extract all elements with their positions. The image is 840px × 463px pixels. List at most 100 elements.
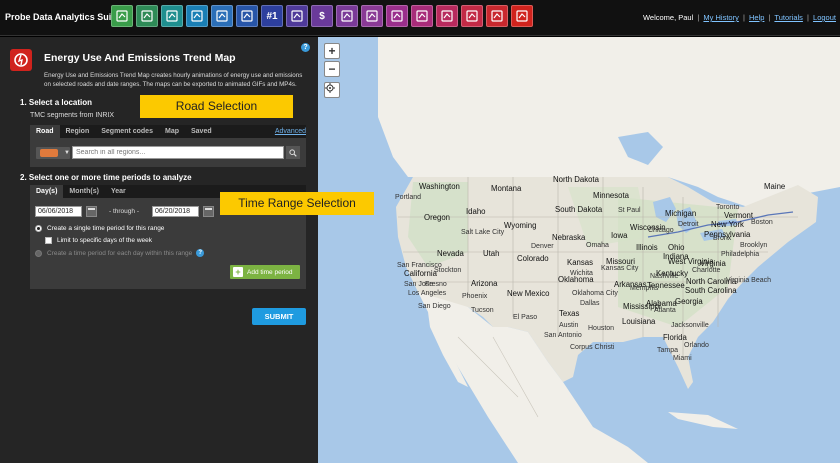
tab-saved[interactable]: Saved [185, 125, 218, 138]
bus-tool-icon[interactable] [461, 5, 483, 27]
grid-tool-icon[interactable] [486, 5, 508, 27]
zoom-in-button[interactable]: + [324, 43, 340, 59]
help-link[interactable]: Help [749, 13, 764, 22]
separator: | [697, 13, 700, 22]
document-tool-icon[interactable] [411, 5, 433, 27]
bar-chart-tool-icon[interactable] [286, 5, 308, 27]
tab-year[interactable]: Year [105, 185, 132, 198]
limit-days-option[interactable]: Limit to specific days of the week [45, 237, 152, 244]
energy-tool-icon[interactable] [511, 5, 533, 27]
city-label: Tucson [471, 307, 494, 314]
ranking-tool-icon[interactable]: #1 [261, 5, 283, 27]
end-date-input[interactable]: 06/20/2018 [152, 206, 199, 217]
state-label: Montana [491, 184, 522, 193]
add-time-period-button[interactable]: + Add time period [230, 265, 300, 279]
energy-emissions-icon [10, 49, 32, 71]
single-period-label: Create a single time period for this ran… [47, 225, 165, 232]
network-tool-icon[interactable] [386, 5, 408, 27]
list-tool-icon[interactable] [236, 5, 258, 27]
city-label: Wichita [570, 270, 593, 277]
state-label: Minnesota [593, 191, 629, 200]
help-icon[interactable]: ? [301, 43, 310, 52]
tmc-source-label: TMC segments from INRIX [30, 112, 115, 119]
my-history-link[interactable]: My History [703, 13, 738, 22]
city-label: Austin [559, 322, 579, 329]
app-root: { "app": { "title": "Probe Data Analytic… [0, 0, 840, 463]
state-label: Arizona [471, 279, 498, 288]
download-tool-icon[interactable] [136, 5, 158, 27]
limit-days-checkbox[interactable] [45, 237, 52, 244]
calculator-tool-icon[interactable] [336, 5, 358, 27]
city-label: Los Angeles [408, 290, 447, 297]
tool-title: Energy Use And Emissions Trend Map [44, 52, 236, 64]
top-bar: Probe Data Analytics Suite #1 $ Welcome, … [0, 0, 840, 36]
play-tool-icon[interactable] [186, 5, 208, 27]
filmstrip-tool-icon[interactable] [161, 5, 183, 27]
road-search-box: ▼ [30, 138, 306, 167]
tab-segment-codes[interactable]: Segment codes [95, 125, 159, 138]
locate-button[interactable] [324, 82, 340, 98]
logout-link[interactable]: Logout [813, 13, 836, 22]
dollar-tool-icon[interactable]: $ [311, 5, 333, 27]
chevron-down-icon: ▼ [64, 150, 70, 156]
location-tabs: Road Region Segment codes Map Saved Adva… [30, 125, 306, 138]
tab-region[interactable]: Region [60, 125, 96, 138]
clock-tool-icon[interactable] [436, 5, 458, 27]
search-button[interactable] [286, 146, 300, 159]
zoom-out-button[interactable]: − [324, 61, 340, 77]
state-label: West Virginia [668, 257, 714, 266]
city-label: Tampa [657, 347, 679, 354]
tool-description: Energy Use and Emissions Trend Map creat… [44, 72, 303, 88]
tool-panel: ? Energy Use And Emissions Trend Map Ene… [0, 37, 318, 463]
city-label: Fresno [425, 281, 447, 288]
step-2-heading: 2. Select one or more time periods to an… [20, 173, 192, 182]
city-label: Charlotte [692, 267, 721, 274]
state-label: Maine [764, 182, 786, 191]
state-label: South Dakota [555, 205, 603, 214]
city-label: Salt Lake City [461, 229, 505, 236]
state-label: Iowa [611, 231, 628, 240]
road-search-input[interactable] [72, 146, 284, 159]
single-period-option[interactable]: Create a single time period for this ran… [35, 225, 164, 232]
road-selection-callout: Road Selection [140, 95, 293, 118]
city-label: Chicago [648, 227, 674, 234]
city-label: Boston [751, 219, 773, 226]
state-label: Ohio [668, 243, 685, 252]
city-label: El Paso [513, 314, 538, 321]
each-day-option[interactable]: Create a time period for each day within… [35, 249, 205, 257]
city-label: San Antonio [544, 332, 582, 339]
city-label: Omaha [586, 242, 609, 249]
city-label: Philadelphia [721, 251, 760, 258]
state-label: Washington [419, 182, 460, 191]
radio-unselected[interactable] [35, 249, 42, 257]
state-label: Colorado [517, 254, 549, 263]
time-range-callout: Time Range Selection [220, 192, 374, 215]
region-dropdown[interactable]: ▼ [36, 147, 70, 159]
start-date-input[interactable]: 06/06/2018 [35, 206, 82, 217]
calendar-icon[interactable] [203, 206, 214, 217]
city-label: Miami [673, 355, 692, 362]
radio-selected[interactable] [35, 225, 42, 232]
trend-line-tool-icon[interactable] [211, 5, 233, 27]
tab-months[interactable]: Month(s) [63, 185, 105, 198]
separator: | [768, 13, 771, 22]
state-label: Vermont [724, 211, 754, 220]
map-view[interactable]: + − Washington Oregon Montana Idaho Wyom… [318, 37, 840, 463]
calendar-icon[interactable] [86, 206, 97, 217]
city-label: Houston [588, 325, 615, 332]
advanced-link[interactable]: Advanced [275, 125, 306, 138]
state-label: New Mexico [507, 289, 550, 298]
tab-days[interactable]: Day(s) [30, 185, 64, 198]
tutorials-link[interactable]: Tutorials [774, 13, 802, 22]
state-label: Utah [483, 249, 500, 258]
us-map-tool-icon[interactable] [361, 5, 383, 27]
magnifier-tool-icon[interactable] [111, 5, 133, 27]
separator: | [742, 13, 745, 22]
state-label: Nebraska [552, 233, 586, 242]
city-label: Orlando [684, 342, 709, 349]
tab-map[interactable]: Map [159, 125, 185, 138]
tab-road[interactable]: Road [30, 125, 60, 138]
help-icon[interactable]: ? [196, 249, 205, 257]
submit-button[interactable]: SUBMIT [252, 308, 306, 325]
state-label: Wyoming [504, 221, 537, 230]
